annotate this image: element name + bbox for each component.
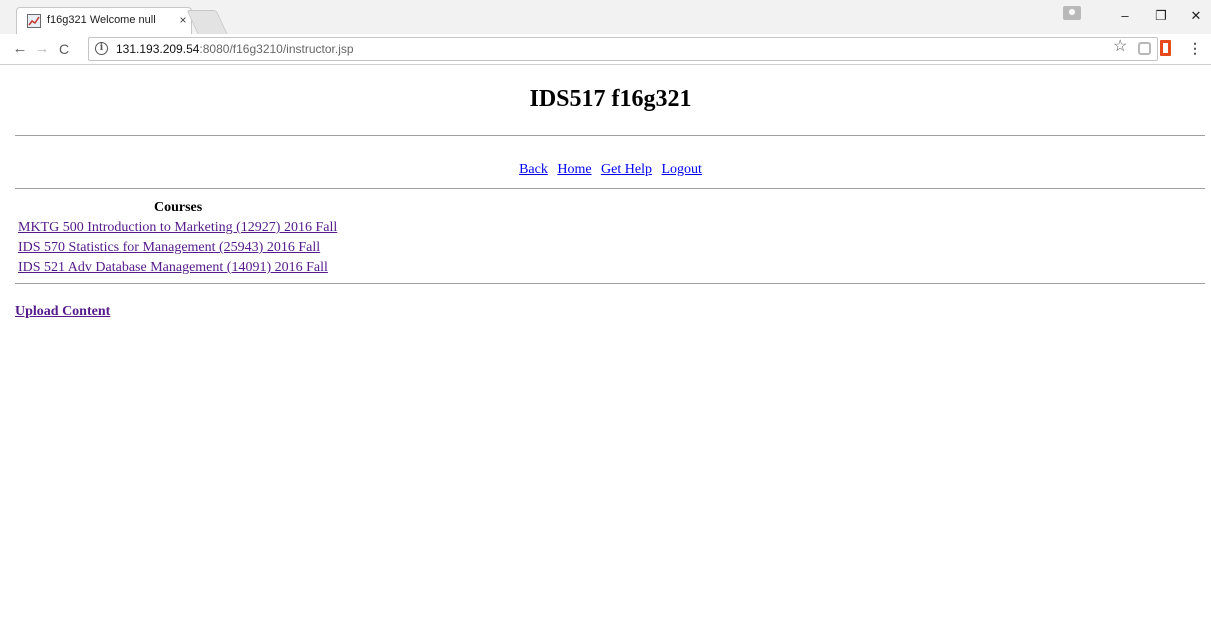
- top-nav: Back Home Get Help Logout: [0, 162, 1211, 178]
- list-item: IDS 570 Statistics for Management (25943…: [18, 238, 337, 258]
- forward-arrow-icon[interactable]: →: [32, 38, 52, 60]
- url-host: 131.193.209.54: [116, 42, 200, 56]
- new-tab-button[interactable]: [186, 10, 228, 34]
- page-info-icon[interactable]: i: [95, 42, 108, 55]
- course-link-ids570[interactable]: IDS 570 Statistics for Management (25943…: [18, 240, 320, 255]
- bookmark-star-icon[interactable]: ☆: [1113, 36, 1127, 56]
- browser-toolbar: ← → C i 131.193.209.54:8080/f16g3210/ins…: [0, 34, 1211, 65]
- address-bar[interactable]: i 131.193.209.54:8080/f16g3210/instructo…: [88, 37, 1158, 61]
- browser-tab-strip: f16g321 Welcome null × – ❐ ✕: [0, 0, 1211, 34]
- course-link-ids521[interactable]: IDS 521 Adv Database Management (14091) …: [18, 260, 328, 275]
- courses-list: MKTG 500 Introduction to Marketing (1292…: [18, 218, 337, 278]
- divider: [15, 283, 1205, 284]
- minimize-button[interactable]: –: [1114, 6, 1136, 26]
- courses-heading: Courses: [154, 200, 203, 215]
- url-path: :8080/f16g3210/instructor.jsp: [199, 42, 354, 56]
- logout-link[interactable]: Logout: [661, 162, 701, 177]
- divider: [15, 135, 1205, 136]
- office-icon[interactable]: [1160, 40, 1171, 56]
- page-content: IDS517 f16g321 Back Home Get Help Logout…: [0, 66, 1211, 641]
- browser-tab[interactable]: f16g321 Welcome null ×: [16, 7, 192, 34]
- divider: [15, 188, 1205, 189]
- favicon-icon: [27, 14, 41, 28]
- back-link[interactable]: Back: [519, 162, 548, 177]
- upload-content-link[interactable]: Upload Content: [15, 304, 110, 320]
- close-window-button[interactable]: ✕: [1185, 6, 1207, 26]
- reload-icon[interactable]: C: [54, 38, 74, 60]
- list-item: MKTG 500 Introduction to Marketing (1292…: [18, 218, 337, 238]
- url-text: 131.193.209.54:8080/f16g3210/instructor.…: [116, 42, 354, 56]
- tab-title: f16g321 Welcome null: [47, 14, 156, 26]
- extension-s-icon[interactable]: [1138, 42, 1151, 55]
- course-link-mktg500[interactable]: MKTG 500 Introduction to Marketing (1292…: [18, 220, 337, 235]
- list-item: IDS 521 Adv Database Management (14091) …: [18, 258, 337, 278]
- chrome-menu-icon[interactable]: ⋮: [1188, 40, 1202, 57]
- page-title: IDS517 f16g321: [529, 86, 692, 112]
- home-link[interactable]: Home: [557, 162, 591, 177]
- restore-button[interactable]: ❐: [1150, 6, 1172, 26]
- back-arrow-icon[interactable]: ←: [10, 38, 30, 60]
- profile-icon[interactable]: [1063, 6, 1081, 20]
- get-help-link[interactable]: Get Help: [601, 162, 652, 177]
